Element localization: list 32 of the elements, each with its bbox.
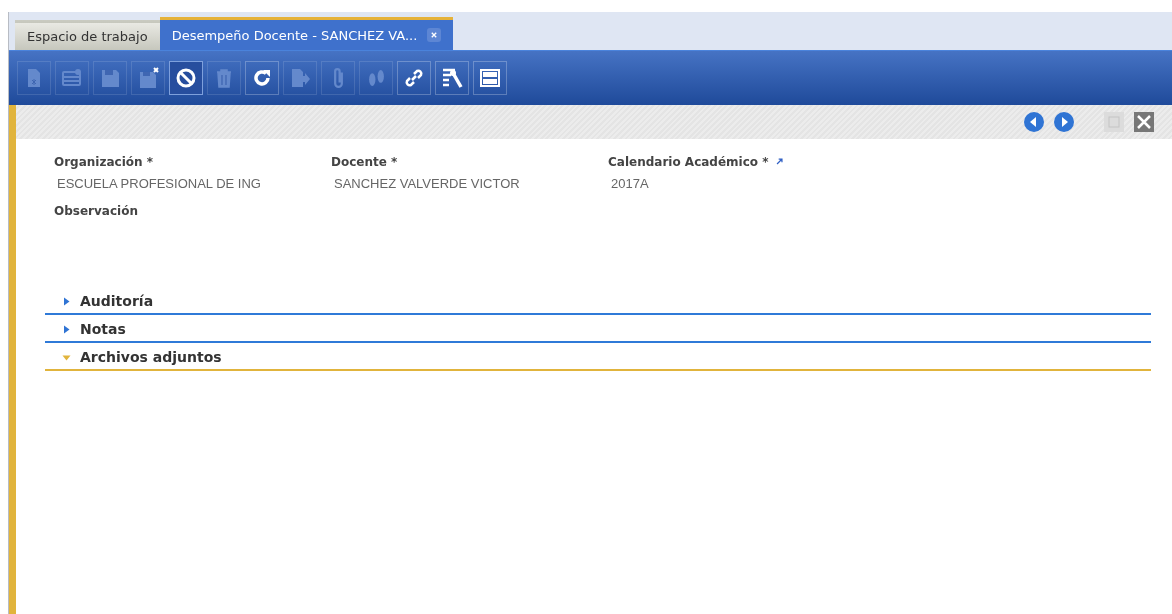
field-label: Docente *	[331, 154, 398, 169]
link-icon	[403, 67, 425, 89]
next-button[interactable]	[1052, 110, 1076, 134]
section-header[interactable]: Auditoría	[45, 289, 1151, 315]
section-header[interactable]: Notas	[45, 317, 1151, 343]
close-button[interactable]	[1132, 110, 1156, 134]
wrench-icon	[441, 67, 463, 89]
grid-icon	[61, 67, 83, 89]
export-icon	[289, 67, 311, 89]
field-label: Observación	[54, 202, 139, 219]
section-header[interactable]: Archivos adjuntos	[45, 345, 1151, 371]
refresh-icon	[251, 67, 273, 89]
maximize-icon	[1103, 111, 1125, 133]
toolbar-button[interactable]	[169, 61, 203, 95]
panel-icon	[479, 67, 501, 89]
field-value[interactable]: ESCUELA PROFESIONAL DE ING	[54, 170, 287, 196]
field-label: Organización *	[54, 154, 153, 169]
close-icon	[430, 31, 439, 39]
field-label: Calendario Académico *	[608, 154, 769, 169]
caret-right-icon	[61, 323, 72, 335]
close-tab-button[interactable]	[427, 28, 442, 42]
cancel-icon	[175, 67, 197, 89]
previous-button[interactable]	[1022, 110, 1046, 134]
paperclip-icon	[333, 68, 343, 88]
close-icon	[1133, 111, 1155, 133]
field-value[interactable]: SANCHEZ VALVERDE VICTOR	[331, 170, 564, 196]
zoom-arrow-icon[interactable]	[774, 157, 784, 166]
caret-right-icon	[61, 295, 72, 307]
floppy-disk-icon	[137, 67, 159, 89]
field-value[interactable]: 2017A	[608, 170, 841, 196]
tab[interactable]: Espacio de trabajo	[15, 20, 160, 50]
tab[interactable]: Desempeño Docente - SANCHEZ VA...	[159, 17, 454, 50]
